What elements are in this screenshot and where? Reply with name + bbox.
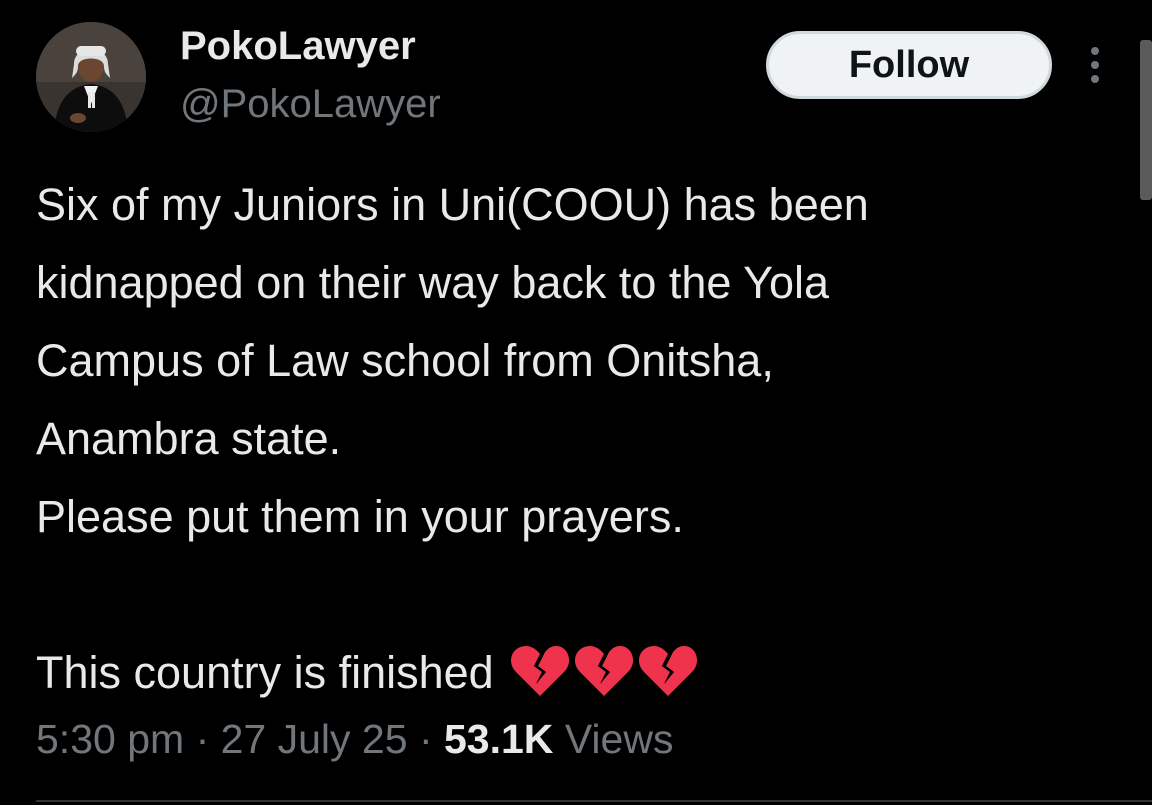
- tweet-line-last: This country is finished: [36, 634, 1126, 712]
- tweet-time[interactable]: 5:30 pm: [36, 716, 184, 762]
- tweet-line: Campus of Law school from Onitsha,: [36, 335, 774, 386]
- author-handle[interactable]: @PokoLawyer: [180, 80, 441, 128]
- tweet-meta: 5:30 pm · 27 July 25 · 53.1K Views: [36, 712, 673, 766]
- views-count[interactable]: 53.1K: [444, 716, 553, 762]
- tweet-line: This country is finished: [36, 647, 494, 698]
- tweet-line: kidnapped on their way back to the Yola: [36, 257, 830, 308]
- tweet-line: Six of my Juniors in Uni(COOU) has been: [36, 179, 869, 230]
- meta-separator: ·: [195, 716, 210, 762]
- emoji-group: [510, 642, 698, 698]
- broken-heart-icon: [638, 646, 697, 697]
- tweet-line: Please put them in your prayers.: [36, 491, 684, 542]
- scrollbar[interactable]: [1140, 40, 1152, 200]
- broken-heart-icon: [574, 646, 633, 697]
- tweet-date[interactable]: 27 July 25: [221, 716, 408, 762]
- tweet-text: Six of my Juniors in Uni(COOU) has been k…: [36, 166, 1126, 712]
- vertical-ellipsis-icon: [1091, 47, 1099, 83]
- views-label[interactable]: Views: [565, 716, 674, 762]
- tweet-line: Anambra state.: [36, 413, 342, 464]
- avatar[interactable]: [36, 22, 146, 132]
- divider: [36, 800, 1152, 802]
- meta-separator: ·: [418, 716, 433, 762]
- follow-button[interactable]: Follow: [766, 31, 1052, 99]
- broken-heart-icon: [510, 646, 569, 697]
- profile-photo-icon: [36, 22, 146, 132]
- author-display-name[interactable]: PokoLawyer: [180, 22, 416, 70]
- more-options-button[interactable]: [1080, 40, 1110, 90]
